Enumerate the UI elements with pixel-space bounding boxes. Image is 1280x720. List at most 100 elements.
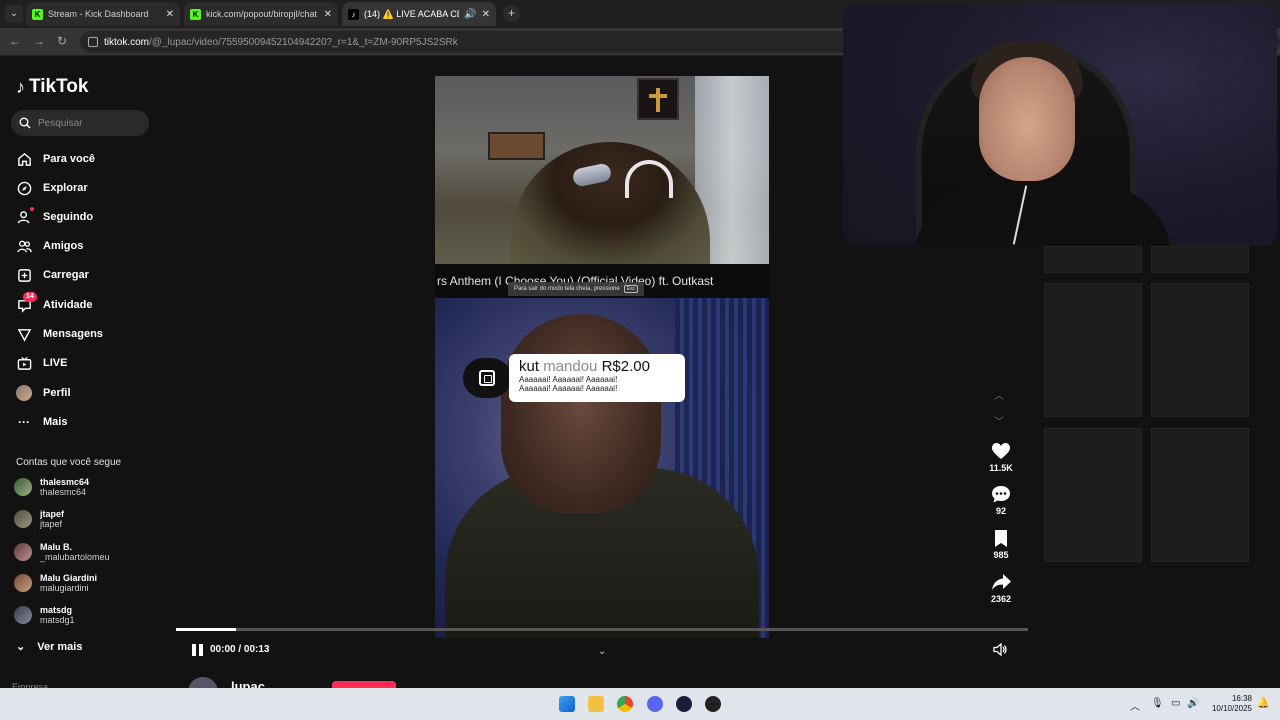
windows-start-icon[interactable] — [559, 696, 575, 712]
close-icon[interactable]: ✕ — [482, 9, 490, 20]
person-drinking — [510, 142, 710, 264]
account-name: Malu B. — [40, 542, 73, 552]
messages-icon — [16, 326, 32, 342]
sidebar-item-mensagens[interactable]: Mensagens — [16, 325, 103, 343]
sidebar-item-carregar[interactable]: Carregar — [16, 266, 89, 284]
following-account[interactable]: Malu Giardini malugiardini — [14, 573, 97, 593]
sidebar-item-label: Explorar — [43, 182, 88, 194]
sidebar-item-seguindo[interactable]: Seguindo — [16, 207, 93, 226]
discord-icon[interactable] — [647, 696, 663, 712]
progress-fill — [176, 628, 236, 631]
video-thumbnail[interactable] — [1044, 428, 1142, 562]
donation-icon — [479, 370, 495, 386]
sidebar-item-label: Atividade — [43, 299, 93, 311]
donation-message-line: Aaaaaai! Aaaaaai! Aaaaaai! — [519, 375, 618, 384]
next-video-button[interactable]: ﹀ — [994, 413, 1004, 428]
clock-date: 10/10/2025 — [1211, 704, 1252, 713]
sidebar-item-label: LIVE — [43, 357, 68, 369]
url-host: tiktok.com — [104, 36, 150, 48]
following-account[interactable]: Malu B. _malubartolomeu — [14, 542, 110, 562]
profile-avatar — [16, 385, 32, 401]
comment-button[interactable]: 92 — [982, 486, 1020, 516]
video-frame-top — [435, 76, 769, 264]
sidebar-item-atividade[interactable]: 14 Atividade — [16, 292, 93, 314]
microphone-icon[interactable]: 🎙 — [1151, 698, 1164, 709]
sidebar-item-para-voce[interactable]: Para você — [16, 150, 95, 168]
sidebar-item-mais[interactable]: ··· Mais — [16, 413, 67, 431]
account-name: Malu Giardini — [40, 573, 98, 583]
following-account[interactable]: matsdg matsdg1 — [14, 605, 75, 625]
video-thumbnail[interactable] — [1151, 246, 1249, 273]
system-clock[interactable]: 16:38 10/10/2025 — [1206, 694, 1252, 714]
close-icon[interactable]: ✕ — [166, 9, 174, 20]
tiktok-logo[interactable]: ♪ TikTok — [16, 76, 88, 98]
home-icon — [16, 151, 32, 167]
file-explorer-icon[interactable] — [588, 696, 604, 712]
chrome-icon[interactable] — [617, 696, 633, 712]
heart-icon — [982, 443, 1020, 461]
reload-icon[interactable]: ↻ — [57, 34, 67, 48]
network-icon[interactable]: ▭ — [1171, 698, 1180, 709]
search-input[interactable]: Pesquisar — [11, 110, 149, 136]
video-thumbnail[interactable] — [1151, 428, 1249, 562]
sidebar-item-live[interactable]: LIVE — [16, 354, 67, 372]
pause-button[interactable] — [192, 644, 203, 656]
obs-icon[interactable] — [705, 696, 721, 712]
donation-alert: kut mandou R$2.00 Aaaaaai! Aaaaaai! Aaaa… — [463, 354, 685, 402]
streamer-face — [979, 57, 1075, 181]
kick-icon: K — [32, 8, 43, 20]
like-count: 11.5K — [989, 463, 1013, 473]
sidebar-item-label: Mais — [43, 416, 68, 428]
app-icon[interactable] — [676, 696, 692, 712]
tab-tiktok[interactable]: ♪ (14) ⚠️ LIVE ACABA CEDO ! 🔊 ✕ — [342, 2, 496, 26]
site-info-icon[interactable] — [88, 37, 98, 47]
tab-title: kick.com/popout/biropjl/chat — [206, 9, 318, 19]
video-thumbnail[interactable] — [1151, 283, 1249, 417]
tiktok-icon: ♪ — [16, 76, 25, 97]
sidebar-item-perfil[interactable]: Perfil — [16, 384, 71, 402]
tab-kick-dashboard[interactable]: K Stream - Kick Dashboard ✕ — [26, 2, 180, 26]
more-icon: ··· — [18, 415, 30, 429]
esc-key: Esc — [623, 285, 639, 293]
avatar — [14, 574, 32, 592]
save-count: 985 — [993, 550, 1009, 560]
see-more-button[interactable]: ⌄ Ver mais — [16, 640, 82, 654]
volume-icon[interactable]: 🔊 — [1187, 698, 1199, 709]
volume-button[interactable] — [993, 642, 1008, 659]
share-button[interactable]: 2362 — [982, 574, 1020, 604]
video-thumbnail[interactable] — [1044, 246, 1142, 273]
tab-kick-chat[interactable]: K kick.com/popout/biropjl/chat ✕ — [184, 2, 338, 26]
donation-verb: mandou — [543, 358, 598, 375]
video-player[interactable]: rs Anthem (I Choose You) (Official Video… — [435, 76, 769, 666]
following-account[interactable]: jtapef jtapef — [14, 509, 64, 529]
donation-card: kut mandou R$2.00 Aaaaaai! Aaaaaai! Aaaa… — [509, 354, 685, 402]
activity-badge: 14 — [23, 292, 37, 302]
progress-bar[interactable] — [176, 628, 1028, 631]
singer-face — [501, 314, 661, 514]
speaker-icon[interactable]: 🔊 — [464, 9, 476, 20]
forward-icon[interactable]: → — [33, 34, 45, 48]
sidebar-item-label: Carregar — [43, 269, 89, 281]
close-icon[interactable]: ✕ — [324, 9, 332, 20]
tiktok-icon: ♪ — [348, 8, 359, 20]
following-account[interactable]: thalesmc64 thalesmc64 — [14, 477, 89, 497]
previous-video-button[interactable]: ︿ — [994, 387, 1004, 402]
donation-amount: R$2.00 — [601, 358, 650, 375]
following-icon — [16, 207, 34, 225]
share-icon — [982, 574, 1020, 592]
sidebar-item-label: Amigos — [43, 240, 84, 252]
back-icon[interactable]: ← — [9, 34, 21, 48]
sidebar-item-explorar[interactable]: Explorar — [16, 179, 88, 197]
friends-icon — [16, 238, 32, 254]
like-button[interactable]: 11.5K — [982, 443, 1020, 473]
notifications-icon[interactable]: 🔔 — [1257, 698, 1269, 709]
windows-taskbar: ︿ 🎙 ▭ 🔊 16:38 10/10/2025 🔔 — [0, 688, 1280, 720]
new-tab-button[interactable]: + — [503, 5, 520, 22]
video-thumbnail[interactable] — [1044, 283, 1142, 417]
account-name: jtapef — [40, 509, 65, 519]
sidebar-item-amigos[interactable]: Amigos — [16, 237, 83, 255]
chevron-up-icon[interactable]: ︿ — [1130, 698, 1140, 713]
following-section-title: Contas que você segue — [16, 457, 122, 468]
tab-search-button[interactable]: ⌄ — [5, 5, 23, 23]
save-button[interactable]: 985 — [982, 530, 1020, 560]
